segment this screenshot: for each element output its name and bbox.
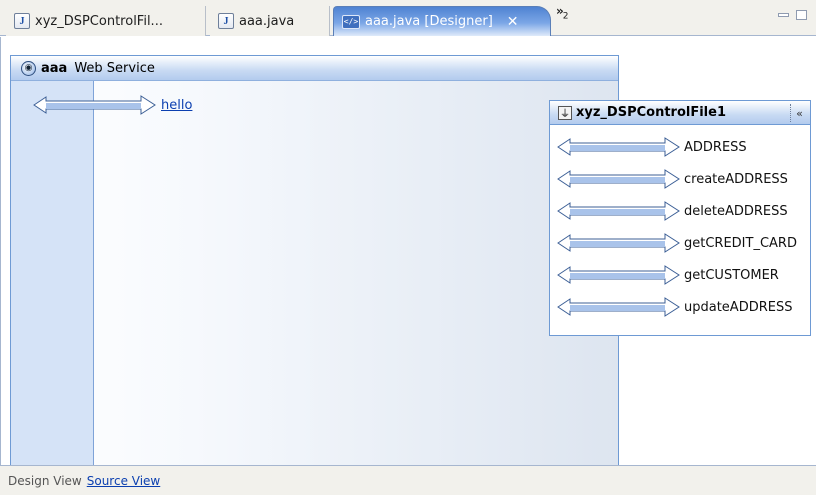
operation-label: getCUSTOMER [684, 267, 779, 283]
web-service-name: aaa [41, 60, 68, 76]
tab-overflow-count: 2 [562, 11, 569, 22]
control-operation[interactable]: getCUSTOMER [555, 264, 779, 286]
control-name: xyz_DSPControlFile1 [576, 105, 727, 120]
tab-label: xyz_DSPControlFil... [35, 13, 163, 29]
web-service-header[interactable]: ◉ aaa Web Service [11, 56, 618, 81]
control-header[interactable]: ⏚ xyz_DSPControlFile1 « [550, 100, 810, 125]
control-panel: ⏚ xyz_DSPControlFile1 « ADDRESS createAD… [549, 100, 811, 336]
plug-icon: ⏚ [558, 105, 572, 120]
operation-label: deleteADDRESS [684, 203, 788, 219]
control-operation[interactable]: updateADDRESS [555, 296, 792, 318]
two-way-arrow-icon [557, 297, 680, 317]
tab-aaa-java[interactable]: J aaa.java [210, 6, 330, 36]
tab-label: aaa.java [Designer] [365, 14, 493, 29]
web-service-icon: ◉ [21, 60, 36, 76]
two-way-arrow-icon [557, 169, 680, 189]
service-client-strip [11, 81, 94, 465]
operation-label: ADDRESS [684, 139, 747, 155]
collapse-icon[interactable]: « [790, 104, 808, 122]
control-operation[interactable]: getCREDIT_CARD [555, 232, 797, 254]
two-way-arrow-icon [33, 95, 156, 115]
chevron-double-right-icon: » [556, 4, 564, 18]
operation-label: createADDRESS [684, 171, 788, 187]
minimize-icon[interactable] [778, 13, 789, 17]
tab-aaa-java-designer[interactable]: </> aaa.java [Designer] ✕ [333, 6, 551, 36]
editor-tab-strip: J xyz_DSPControlFil... J aaa.java </> aa… [0, 0, 816, 36]
two-way-arrow-icon [557, 265, 680, 285]
design-view-tab[interactable]: Design View [8, 474, 82, 488]
tab-label: aaa.java [239, 13, 295, 29]
tab-overflow-button[interactable]: »2 [556, 4, 568, 21]
operation-link[interactable]: hello [161, 98, 192, 113]
operation-label: getCREDIT_CARD [684, 235, 797, 251]
designer-icon: </> [342, 14, 360, 29]
operation-label: updateADDRESS [684, 299, 793, 315]
view-switcher-bar: Design View Source View [0, 465, 816, 495]
operation-hello[interactable]: hello [31, 94, 192, 116]
two-way-arrow-icon [557, 137, 680, 157]
close-icon[interactable]: ✕ [507, 14, 519, 30]
java-file-icon: J [218, 13, 234, 29]
control-operation[interactable]: ADDRESS [555, 136, 747, 158]
control-operation[interactable]: deleteADDRESS [555, 200, 788, 222]
tab-xyz-dspcontrolfile[interactable]: J xyz_DSPControlFil... [6, 6, 206, 36]
maximize-icon[interactable] [796, 10, 807, 20]
two-way-arrow-icon [557, 201, 680, 221]
web-service-panel: ◉ aaa Web Service hello [10, 55, 619, 465]
design-canvas: ◉ aaa Web Service hello ⏚ xyz_DSPControl… [0, 37, 816, 465]
source-view-link[interactable]: Source View [87, 474, 161, 488]
web-service-kind: Web Service [74, 60, 155, 76]
two-way-arrow-icon [557, 233, 680, 253]
control-operation[interactable]: createADDRESS [555, 168, 788, 190]
java-file-icon: J [14, 13, 30, 29]
